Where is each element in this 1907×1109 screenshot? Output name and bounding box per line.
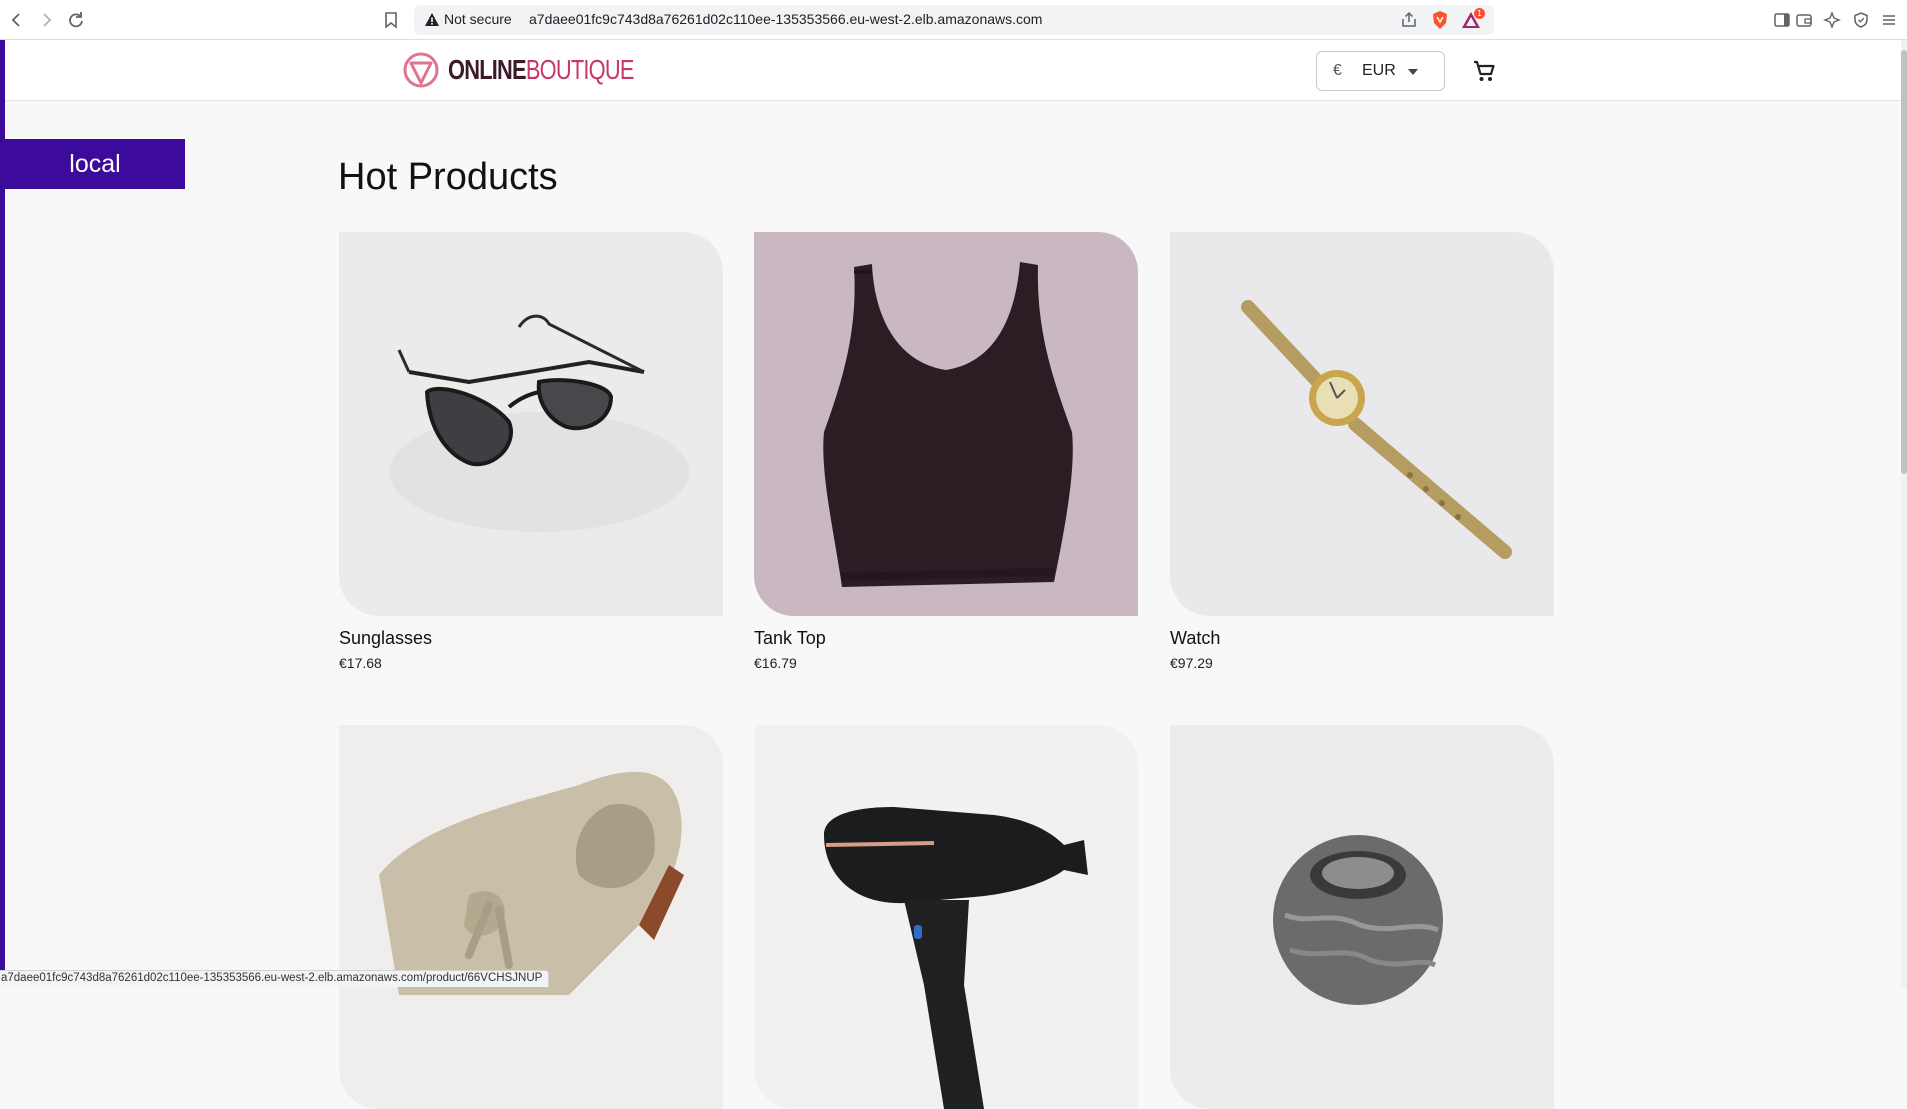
warning-icon[interactable]	[424, 12, 440, 28]
product-image-loafers[interactable]	[339, 725, 723, 1109]
page-title: Hot Products	[338, 156, 558, 198]
product-image-sunglasses[interactable]	[339, 232, 723, 616]
bookmark-icon[interactable]	[380, 9, 402, 31]
product-card[interactable]	[1170, 725, 1554, 1109]
security-status-label[interactable]: Not secure	[444, 11, 512, 27]
product-name[interactable]: Watch	[1170, 628, 1554, 649]
currency-value: EUR	[1362, 62, 1396, 79]
back-icon[interactable]	[6, 9, 28, 31]
product-card[interactable]: Watch €97.29	[1170, 232, 1554, 671]
product-name[interactable]: Tank Top	[754, 628, 1138, 649]
url-text[interactable]: a7daee01fc9c743d8a76261d02c110ee-1353535…	[529, 11, 1042, 27]
browser-toolbar: Not secure a7daee01fc9c743d8a76261d02c11…	[0, 0, 1907, 40]
menu-icon[interactable]	[1880, 11, 1898, 29]
page-scrollbar[interactable]	[1901, 40, 1907, 987]
currency-selector[interactable]: € EUR	[1316, 51, 1445, 91]
share-icon[interactable]	[1400, 11, 1418, 29]
address-bar[interactable]: Not secure a7daee01fc9c743d8a76261d02c11…	[414, 5, 1494, 35]
sidebar-toggle-icon[interactable]	[1773, 11, 1791, 29]
product-image-candle-holder[interactable]	[1170, 725, 1554, 1109]
product-price: €16.79	[754, 655, 797, 671]
wallet-icon[interactable]	[1795, 11, 1813, 29]
brave-shields-icon[interactable]	[1430, 10, 1450, 30]
product-card[interactable]	[339, 725, 723, 1109]
leo-ai-icon[interactable]	[1823, 11, 1841, 29]
product-price: €97.29	[1170, 655, 1213, 671]
forward-icon[interactable]	[35, 9, 57, 31]
caret-down-icon	[1408, 69, 1418, 75]
status-bar-url: a7daee01fc9c743d8a76261d02c110ee-1353535…	[0, 970, 550, 987]
vpn-shield-icon[interactable]	[1852, 11, 1870, 29]
product-image-tank-top[interactable]	[754, 232, 1138, 616]
logo-mark-icon	[403, 52, 439, 88]
product-price: €17.68	[339, 655, 382, 671]
reload-icon[interactable]	[65, 9, 87, 31]
currency-symbol: €	[1333, 62, 1342, 79]
product-card[interactable]: Sunglasses €17.68	[339, 232, 723, 671]
product-card[interactable]	[754, 725, 1138, 1109]
logo-text: ONLINEBOUTIQUE	[448, 54, 634, 85]
cart-icon[interactable]	[1471, 58, 1497, 84]
product-name[interactable]: Sunglasses	[339, 628, 723, 649]
product-image-watch[interactable]	[1170, 232, 1554, 616]
scroll-thumb[interactable]	[1901, 50, 1907, 474]
rewards-badge: 1	[1474, 8, 1485, 19]
product-card[interactable]: Tank Top €16.79	[754, 232, 1138, 671]
site-logo[interactable]: ONLINEBOUTIQUE	[402, 50, 686, 90]
product-image-hair-dryer[interactable]	[754, 725, 1138, 1109]
site-header: ONLINEBOUTIQUE € EUR	[5, 40, 1901, 101]
environment-badge: local	[5, 139, 185, 189]
